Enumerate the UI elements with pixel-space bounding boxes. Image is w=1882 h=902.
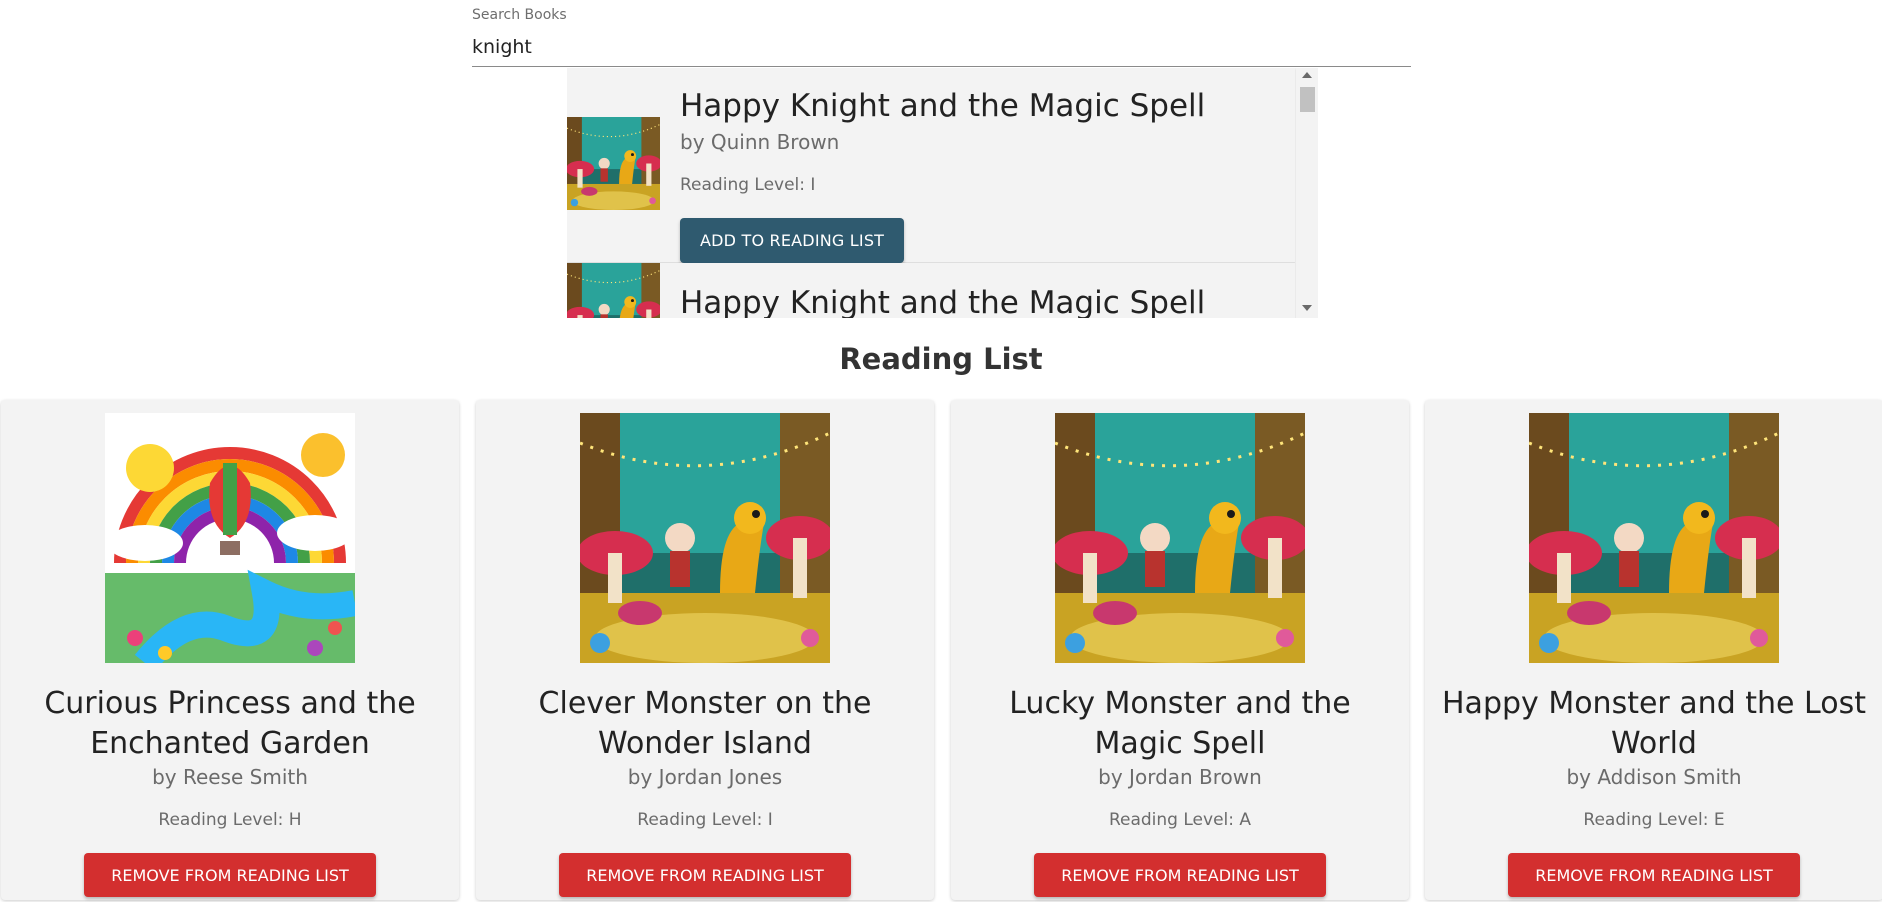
- remove-from-reading-list-button[interactable]: REMOVE FROM READING LIST: [559, 853, 851, 897]
- reading-list-card: Clever Monster on the Wonder Island by J…: [476, 400, 934, 900]
- book-cover-image: [580, 413, 830, 663]
- book-cover-image: [105, 413, 355, 663]
- search-result-item: Happy Knight and the Magic Spell: [567, 263, 1295, 318]
- result-reading-level: Reading Level: I: [680, 175, 816, 195]
- reading-list-card: Happy Monster and the Lost World by Addi…: [1425, 400, 1882, 900]
- book-cover-image: [1529, 413, 1779, 663]
- reading-list-heading: Reading List: [839, 342, 1043, 376]
- book-cover-image: [567, 117, 660, 210]
- remove-from-reading-list-button[interactable]: REMOVE FROM READING LIST: [84, 853, 376, 897]
- search-books-field[interactable]: Search Books: [472, 0, 1411, 67]
- book-author: by Addison Smith: [1566, 765, 1742, 789]
- add-to-reading-list-button[interactable]: ADD TO READING LIST: [680, 218, 905, 263]
- result-author: by Quinn Brown: [680, 130, 840, 154]
- book-reading-level: Reading Level: E: [1583, 810, 1725, 830]
- book-title: Curious Princess and the Enchanted Garde…: [44, 686, 416, 761]
- result-title: Happy Knight and the Magic Spell: [680, 285, 1206, 318]
- remove-from-reading-list-button[interactable]: REMOVE FROM READING LIST: [1508, 853, 1800, 897]
- remove-from-reading-list-button[interactable]: REMOVE FROM READING LIST: [1034, 853, 1326, 897]
- scroll-up-arrow-icon[interactable]: [1302, 72, 1312, 78]
- scrollbar-thumb[interactable]: [1300, 87, 1315, 112]
- search-result-item: Happy Knight and the Magic Spell by Quin…: [567, 68, 1295, 263]
- reading-list-card: Curious Princess and the Enchanted Garde…: [1, 400, 459, 900]
- book-reading-level: Reading Level: H: [158, 810, 302, 830]
- book-cover-image: [1055, 413, 1305, 663]
- search-results-list[interactable]: Happy Knight and the Magic Spell by Quin…: [567, 68, 1318, 318]
- book-author: by Jordan Jones: [627, 765, 783, 789]
- results-scrollbar[interactable]: [1296, 68, 1318, 318]
- reading-list-card: Lucky Monster and the Magic Spell by Jor…: [951, 400, 1409, 900]
- book-reading-level: Reading Level: I: [637, 810, 773, 830]
- book-author: by Reese Smith: [152, 765, 308, 789]
- book-title: Lucky Monster and the Magic Spell: [1009, 686, 1351, 761]
- book-author: by Jordan Brown: [1098, 765, 1262, 789]
- book-title: Clever Monster on the Wonder Island: [538, 686, 872, 761]
- book-cover-image: [567, 263, 660, 318]
- scroll-down-arrow-icon[interactable]: [1302, 305, 1312, 311]
- search-input[interactable]: [472, 34, 1411, 60]
- book-reading-level: Reading Level: A: [1108, 810, 1252, 830]
- search-books-label: Search Books: [472, 7, 567, 23]
- book-title: Happy Monster and the Lost World: [1442, 686, 1866, 761]
- result-title: Happy Knight and the Magic Spell: [680, 88, 1206, 124]
